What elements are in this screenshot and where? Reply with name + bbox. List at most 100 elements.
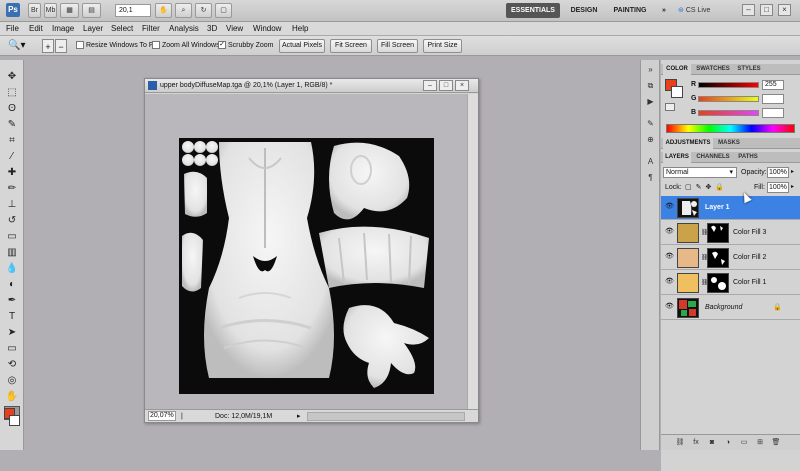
tab-masks[interactable]: MASKS [715, 138, 743, 149]
fill-screen-button[interactable]: Fill Screen [377, 39, 418, 53]
menu-3d[interactable]: 3D [207, 23, 217, 35]
path-selection-tool-icon[interactable]: ➤ [4, 326, 20, 340]
texture-canvas[interactable] [179, 138, 434, 394]
status-menu-arrow-icon[interactable]: ▸ [297, 412, 301, 421]
doc-restore-button[interactable]: □ [439, 80, 453, 91]
fit-screen-button[interactable]: Fit Screen [330, 39, 372, 53]
tab-swatches[interactable]: SWATCHES [693, 64, 733, 75]
arrange-documents-icon[interactable]: ▤ [82, 3, 101, 18]
close-button[interactable]: × [778, 4, 791, 16]
shape-tool-icon[interactable]: ▭ [4, 342, 20, 356]
move-tool-icon[interactable]: ✥ [4, 70, 20, 84]
color-panel-background-swatch[interactable] [671, 86, 683, 98]
maximize-button[interactable]: □ [760, 4, 773, 16]
tab-adjustments[interactable]: ADJUSTMENTS [663, 138, 713, 149]
resize-windows-checkbox[interactable]: Resize Windows To Fit [76, 40, 157, 51]
healing-brush-tool-icon[interactable]: ✚ [4, 166, 20, 180]
tab-layers[interactable]: LAYERS [663, 152, 691, 163]
doc-minimize-button[interactable]: – [423, 80, 437, 91]
layer-row-layer-1[interactable]: 👁 Layer 1 [661, 196, 800, 220]
green-channel-slider[interactable] [698, 96, 759, 102]
pen-tool-icon[interactable]: ✒ [4, 294, 20, 308]
horizontal-scrollbar[interactable] [307, 412, 465, 421]
layer-row-background[interactable]: 👁 Background 🔒 [661, 296, 800, 320]
menu-help[interactable]: Help [292, 23, 308, 35]
3d-rotate-tool-icon[interactable]: ⟲ [4, 358, 20, 372]
hand-tool-icon[interactable]: ✋ [4, 390, 20, 404]
eyedropper-tool-icon[interactable]: ⁄ [4, 150, 20, 164]
delete-layer-icon[interactable]: 🗑 [771, 438, 781, 448]
canvas-area[interactable] [145, 94, 467, 409]
menu-view[interactable]: View [226, 23, 243, 35]
workspace-essentials[interactable]: ESSENTIALS [506, 3, 560, 18]
fill-field[interactable]: 100% [767, 182, 789, 193]
workspace-design[interactable]: DESIGN [565, 3, 603, 18]
zoom-level-select[interactable]: 20,1 [115, 4, 151, 17]
dodge-tool-icon[interactable]: ◐ [4, 278, 20, 292]
zoom-tool-preset-icon[interactable]: 🔍▾ [8, 39, 34, 53]
menu-image[interactable]: Image [52, 23, 74, 35]
tab-paths[interactable]: PATHS [735, 152, 761, 163]
panel-collapse-icon[interactable]: » [644, 64, 657, 76]
layer-row-color-fill-2[interactable]: 👁 ⛓ Color Fill 2 [661, 246, 800, 270]
red-channel-slider[interactable] [698, 82, 759, 88]
eraser-tool-icon[interactable]: ▭ [4, 230, 20, 244]
type-tool-icon[interactable]: T [4, 310, 20, 324]
link-layers-icon[interactable]: ⛓ [675, 438, 685, 448]
tab-channels[interactable]: CHANNELS [693, 152, 733, 163]
character-icon[interactable]: A [644, 156, 657, 168]
lasso-tool-icon[interactable]: ʘ [4, 102, 20, 116]
opacity-slider-arrow-icon[interactable]: ▸ [791, 168, 794, 175]
actions-icon[interactable]: ▶ [644, 96, 657, 108]
minibridge-icon[interactable]: Mb [44, 3, 57, 18]
blend-mode-select[interactable]: Normal ▾ [663, 167, 737, 178]
workspace-more[interactable]: » [657, 3, 671, 18]
menu-layer[interactable]: Layer [83, 23, 103, 35]
menu-analysis[interactable]: Analysis [169, 23, 199, 35]
workspace-painting[interactable]: PAINTING [608, 3, 652, 18]
tab-color[interactable]: COLOR [663, 64, 691, 75]
gradient-tool-icon[interactable]: ▥ [4, 246, 20, 260]
zoom-percentage-field[interactable]: 20,07% [148, 411, 176, 421]
background-color-swatch[interactable] [9, 415, 20, 426]
fill-slider-arrow-icon[interactable]: ▸ [791, 183, 794, 190]
add-mask-icon[interactable]: ◙ [707, 438, 717, 448]
hand-tool-icon[interactable]: ✋ [155, 3, 172, 18]
layer-row-color-fill-3[interactable]: 👁 ⛓ Color Fill 3 [661, 221, 800, 245]
menu-edit[interactable]: Edit [29, 23, 43, 35]
new-group-icon[interactable]: ▭ [739, 438, 749, 448]
cs-live-button[interactable]: ⊛ CS Live [678, 4, 736, 17]
zoom-tool-icon[interactable]: ⌕ [175, 3, 192, 18]
visibility-eye-icon[interactable]: 👁 [665, 278, 674, 285]
document-title-bar[interactable]: upper bodyDiffuseMap.tga @ 20,1% (Layer … [145, 79, 478, 93]
blur-tool-icon[interactable]: 💧 [4, 262, 20, 276]
red-channel-value[interactable]: 255 [762, 80, 784, 90]
zoom-out-icon[interactable]: − [55, 39, 67, 53]
visibility-eye-icon[interactable]: 👁 [665, 228, 674, 235]
minimize-button[interactable]: – [742, 4, 755, 16]
paragraph-icon[interactable]: ¶ [644, 172, 657, 184]
visibility-eye-icon[interactable]: 👁 [665, 253, 674, 260]
print-size-button[interactable]: Print Size [423, 39, 462, 53]
clone-source-icon[interactable]: ⊕ [644, 134, 657, 146]
history-brush-tool-icon[interactable]: ↺ [4, 214, 20, 228]
view-extras-icon[interactable]: ▦ [60, 3, 79, 18]
lock-options-icons[interactable]: ▢✎✥🔒 [685, 182, 728, 193]
new-layer-icon[interactable]: ⊞ [755, 438, 765, 448]
menu-select[interactable]: Select [111, 23, 133, 35]
bridge-icon[interactable]: Br [28, 3, 41, 18]
brushes-icon[interactable]: ✎ [644, 118, 657, 130]
screen-mode-icon[interactable]: ▢ [215, 3, 232, 18]
visibility-eye-icon[interactable]: 👁 [665, 303, 674, 310]
menu-filter[interactable]: Filter [142, 23, 160, 35]
zoom-in-icon[interactable]: + [42, 39, 54, 53]
opacity-field[interactable]: 100% [767, 167, 789, 178]
menu-file[interactable]: File [6, 23, 19, 35]
doc-close-button[interactable]: × [455, 80, 469, 91]
actual-pixels-button[interactable]: Actual Pixels [279, 39, 325, 53]
layer-row-color-fill-1[interactable]: 👁 ⛓ Color Fill 1 [661, 271, 800, 295]
zoom-all-windows-checkbox[interactable]: Zoom All Windows [152, 40, 220, 51]
layer-style-icon[interactable]: fx [691, 438, 701, 448]
scrubby-zoom-checkbox[interactable]: ✓ Scrubby Zoom [218, 40, 274, 51]
marquee-tool-icon[interactable]: ⬚ [4, 86, 20, 100]
